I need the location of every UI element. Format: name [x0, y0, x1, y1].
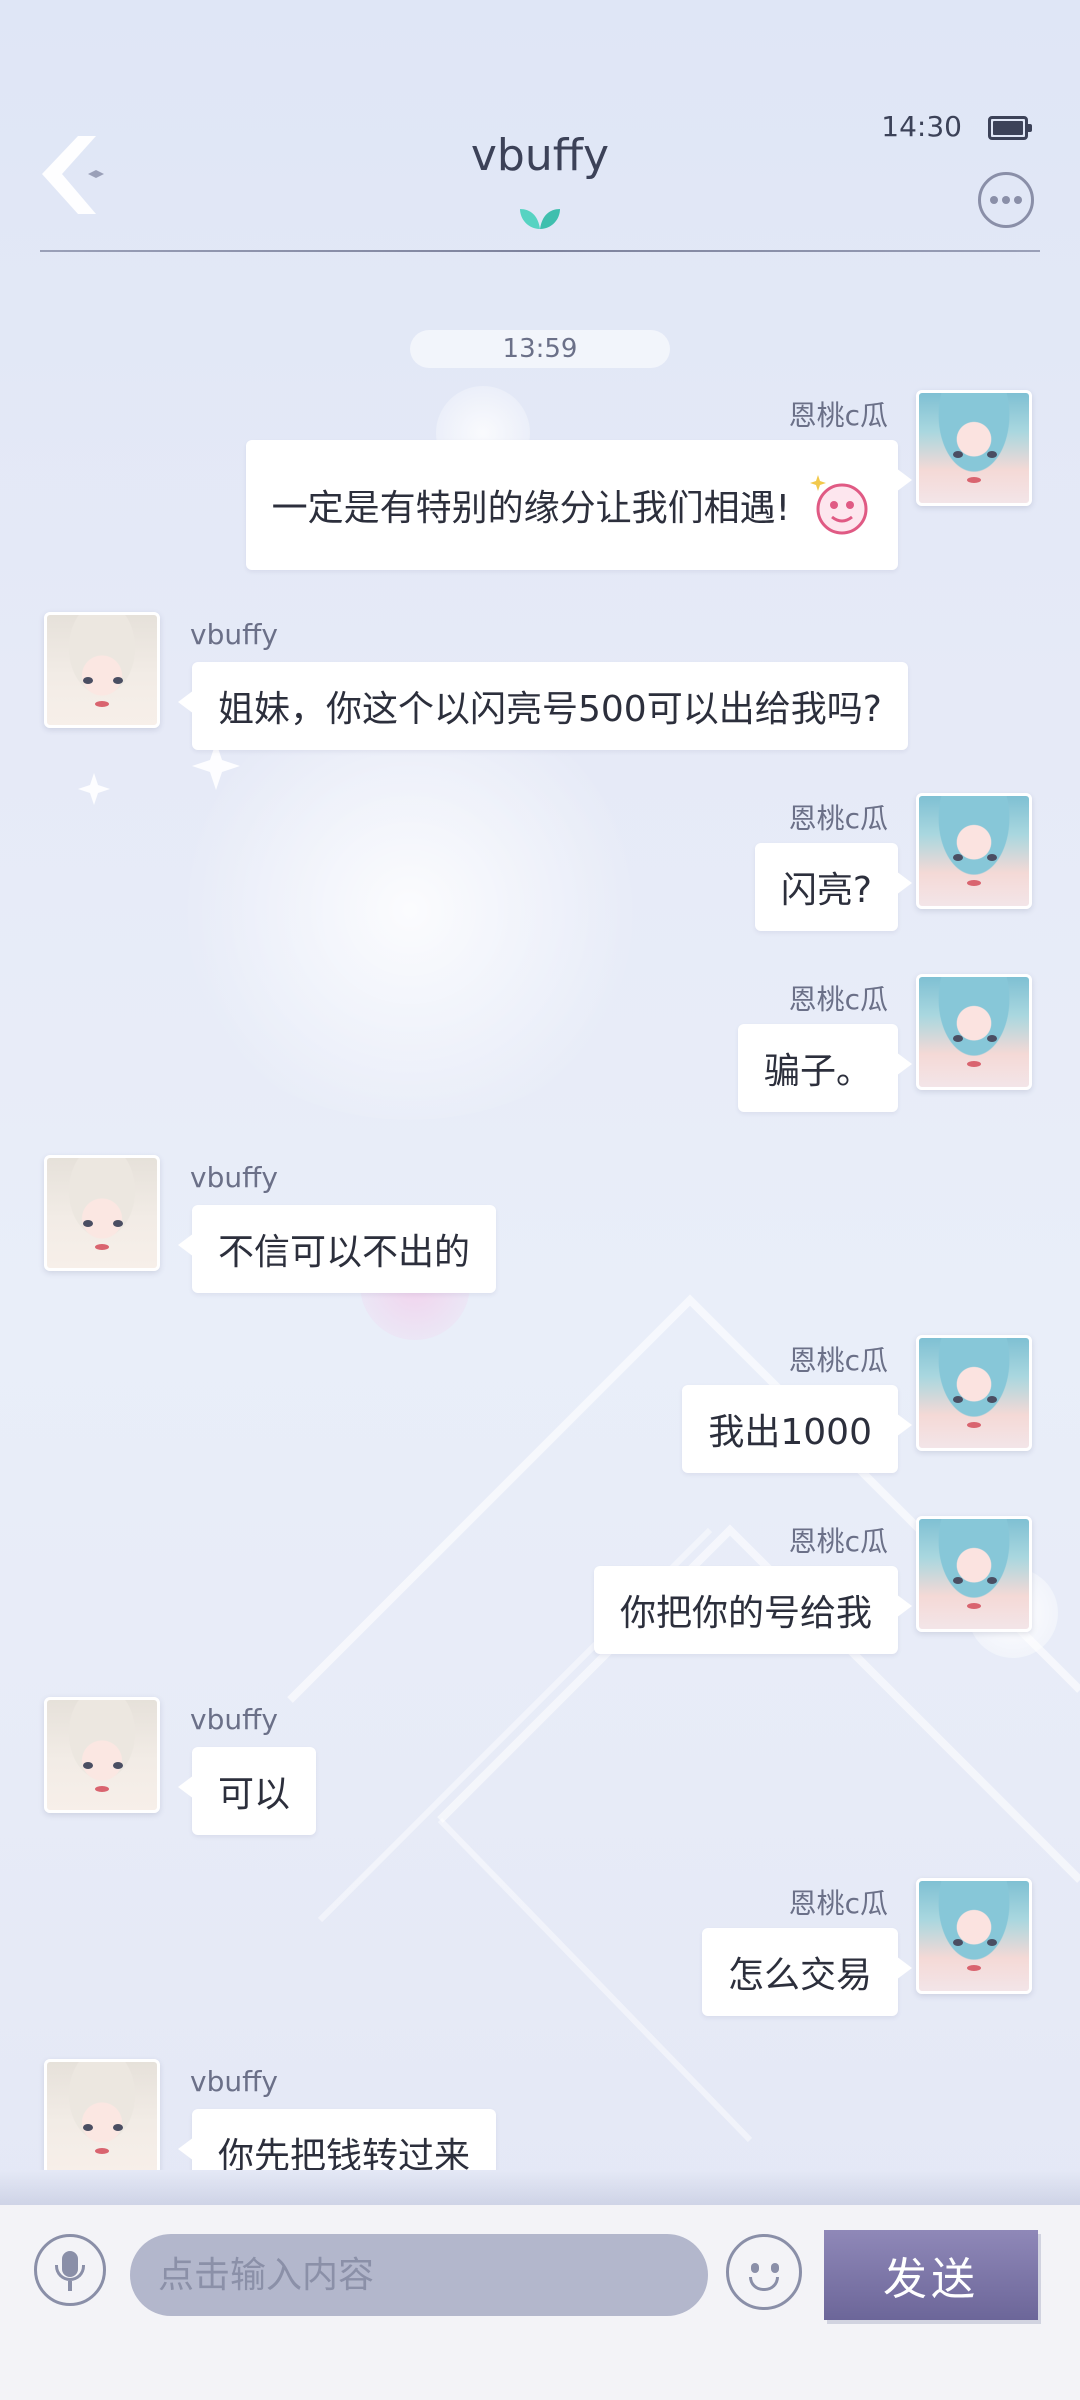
message-bubble[interactable]: 怎么交易 — [701, 1928, 913, 2016]
avatar[interactable] — [916, 1516, 1032, 1632]
avatar[interactable] — [916, 974, 1032, 1090]
emoji-button[interactable] — [726, 2234, 802, 2310]
message-text: 你先把钱转过来 — [218, 2136, 471, 2170]
sender-name: vbuffy — [190, 618, 278, 651]
message-bubble[interactable]: 不信可以不出的 — [177, 1205, 497, 1293]
avatar[interactable] — [44, 1697, 160, 1813]
message-text: 可以 — [218, 1774, 291, 1815]
sender-name: 恩桃c瓜 — [788, 802, 888, 835]
message-bubble[interactable]: 一定是有特别的缘分让我们相遇! — [245, 440, 913, 570]
message-text: 骗子。 — [763, 1051, 872, 1092]
sender-name: 恩桃c瓜 — [788, 1344, 888, 1377]
avatar[interactable] — [916, 1335, 1032, 1451]
message-bubble[interactable]: 我出1000 — [682, 1385, 912, 1473]
message-text: 你把你的号给我 — [619, 1593, 872, 1634]
sender-name: 恩桃c瓜 — [788, 399, 888, 432]
sender-name: vbuffy — [190, 2065, 278, 2098]
sender-name: 恩桃c瓜 — [788, 1525, 888, 1558]
sender-name: vbuffy — [190, 1161, 278, 1194]
voice-input-button[interactable] — [34, 2234, 106, 2306]
message-text: 姐妹，你这个以闪亮号500可以出给我吗? — [218, 689, 882, 730]
message-text: 闪亮? — [780, 870, 872, 911]
avatar[interactable] — [916, 390, 1032, 506]
message-bubble[interactable]: 你把你的号给我 — [593, 1566, 913, 1654]
message-input[interactable] — [130, 2234, 708, 2316]
avatar[interactable] — [44, 612, 160, 728]
message-text: 不信可以不出的 — [218, 1232, 471, 1273]
message-text: 怎么交易 — [727, 1955, 872, 1996]
pink-smiley-sticker-icon — [808, 473, 872, 537]
sender-name: 恩桃c瓜 — [788, 983, 888, 1016]
message-bubble[interactable]: 闪亮? — [754, 843, 913, 931]
avatar[interactable] — [44, 1155, 160, 1271]
chat-message-list[interactable]: 13:59 恩桃c瓜 一定是有特别的缘分让我们相遇! vbuffy 姐妹，你这个… — [0, 0, 1080, 2170]
timestamp-pill: 13:59 — [410, 330, 670, 368]
message-bubble[interactable]: 你先把钱转过来 — [177, 2109, 497, 2170]
message-text: 我出1000 — [708, 1412, 872, 1453]
input-bar-shadow — [0, 2170, 1080, 2205]
sender-name: vbuffy — [190, 1703, 278, 1736]
avatar[interactable] — [916, 793, 1032, 909]
message-bubble[interactable]: 姐妹，你这个以闪亮号500可以出给我吗? — [178, 662, 908, 750]
message-text: 一定是有特别的缘分让我们相遇! — [271, 488, 790, 529]
avatar[interactable] — [44, 2059, 160, 2170]
message-bubble[interactable]: 骗子。 — [737, 1024, 913, 1112]
sender-name: 恩桃c瓜 — [788, 1887, 888, 1920]
avatar[interactable] — [916, 1878, 1032, 1994]
send-button[interactable]: 发送 — [824, 2230, 1038, 2320]
message-bubble[interactable]: 可以 — [177, 1747, 317, 1835]
